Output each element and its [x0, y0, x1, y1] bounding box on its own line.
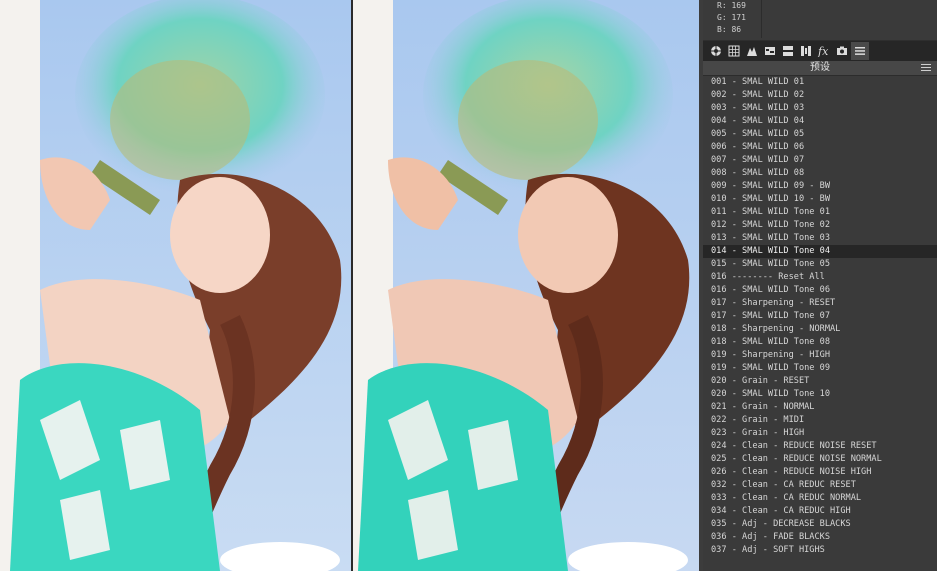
preset-item[interactable]: 012 - SMAL WILD Tone 02 [703, 219, 937, 232]
preset-item[interactable]: 006 - SMAL WILD 06 [703, 141, 937, 154]
preset-item[interactable]: 023 - Grain - HIGH [703, 427, 937, 440]
preset-item[interactable]: 013 - SMAL WILD Tone 03 [703, 232, 937, 245]
preset-item[interactable]: 011 - SMAL WILD Tone 01 [703, 206, 937, 219]
readout-separator [761, 0, 762, 38]
preset-item[interactable]: 024 - Clean - REDUCE NOISE RESET [703, 440, 937, 453]
preset-item[interactable]: 015 - SMAL WILD Tone 05 [703, 258, 937, 271]
preset-item[interactable]: 009 - SMAL WILD 09 - BW [703, 180, 937, 193]
preset-item[interactable]: 005 - SMAL WILD 05 [703, 128, 937, 141]
preset-item[interactable]: 016 -------- Reset All [703, 271, 937, 284]
preset-item[interactable]: 035 - Adj - DECREASE BLACKS [703, 518, 937, 531]
preset-item[interactable]: 022 - Grain - MIDI [703, 414, 937, 427]
hsl-icon[interactable] [761, 42, 779, 60]
preset-item[interactable]: 004 - SMAL WILD 04 [703, 115, 937, 128]
preset-item[interactable]: 003 - SMAL WILD 03 [703, 102, 937, 115]
color-readout: R: 169 G: 171 B: 86 [703, 0, 937, 41]
preset-item[interactable]: 021 - Grain - NORMAL [703, 401, 937, 414]
blue-value: B: 86 [717, 25, 742, 34]
photo-after-image [353, 0, 699, 571]
fx-icon[interactable]: fx [815, 42, 833, 60]
preset-item[interactable]: 019 - SMAL WILD Tone 09 [703, 362, 937, 375]
split-toning-icon[interactable] [779, 42, 797, 60]
preset-item[interactable]: 019 - Sharpening - HIGH [703, 349, 937, 362]
before-photo [0, 0, 351, 571]
preset-item[interactable]: 037 - Adj - SOFT HIGHS [703, 544, 937, 557]
presets-title: 预设 [810, 62, 830, 73]
preset-item[interactable]: 032 - Clean - CA REDUC RESET [703, 479, 937, 492]
presets-icon[interactable] [851, 42, 869, 60]
preset-item[interactable]: 020 - Grain - RESET [703, 375, 937, 388]
preset-item[interactable]: 017 - SMAL WILD Tone 07 [703, 310, 937, 323]
preset-item[interactable]: 018 - Sharpening - NORMAL [703, 323, 937, 336]
preset-item[interactable]: 018 - SMAL WILD Tone 08 [703, 336, 937, 349]
preset-item[interactable]: 017 - Sharpening - RESET [703, 297, 937, 310]
preset-item[interactable]: 016 - SMAL WILD Tone 06 [703, 284, 937, 297]
preset-item[interactable]: 025 - Clean - REDUCE NOISE NORMAL [703, 453, 937, 466]
preset-item[interactable]: 026 - Clean - REDUCE NOISE HIGH [703, 466, 937, 479]
after-photo [353, 0, 699, 571]
basic-grid-icon[interactable] [725, 42, 743, 60]
preset-item[interactable]: 034 - Clean - CA REDUC HIGH [703, 505, 937, 518]
preset-item[interactable]: 008 - SMAL WILD 08 [703, 167, 937, 180]
presets-header: 预设 [703, 61, 937, 76]
preset-item[interactable]: 007 - SMAL WILD 07 [703, 154, 937, 167]
tone-curve-icon[interactable] [743, 42, 761, 60]
photo-before-image [0, 0, 351, 571]
aperture-icon[interactable] [707, 42, 725, 60]
presets-menu-icon[interactable] [921, 64, 931, 72]
red-value: R: 169 [717, 1, 746, 10]
detail-icon[interactable] [797, 42, 815, 60]
preset-list: 001 - SMAL WILD 01 002 - SMAL WILD 02 003 … [703, 76, 937, 571]
panel-tab-bar: fx [703, 41, 937, 61]
svg-text:fx: fx [817, 45, 829, 57]
green-value: G: 171 [717, 13, 746, 22]
preset-item[interactable]: 033 - Clean - CA REDUC NORMAL [703, 492, 937, 505]
develop-panel: R: 169 G: 171 B: 86 fx 预设 001 - SMAL WIL… [703, 0, 937, 571]
camera-icon[interactable] [833, 42, 851, 60]
preset-item[interactable]: 036 - Adj - FADE BLACKS [703, 531, 937, 544]
preset-item[interactable]: 001 - SMAL WILD 01 [703, 76, 937, 89]
preset-item[interactable]: 020 - SMAL WILD Tone 10 [703, 388, 937, 401]
preset-item[interactable]: 010 - SMAL WILD 10 - BW [703, 193, 937, 206]
preset-item[interactable]: 014 - SMAL WILD Tone 04 [703, 245, 937, 258]
preset-item[interactable]: 002 - SMAL WILD 02 [703, 89, 937, 102]
